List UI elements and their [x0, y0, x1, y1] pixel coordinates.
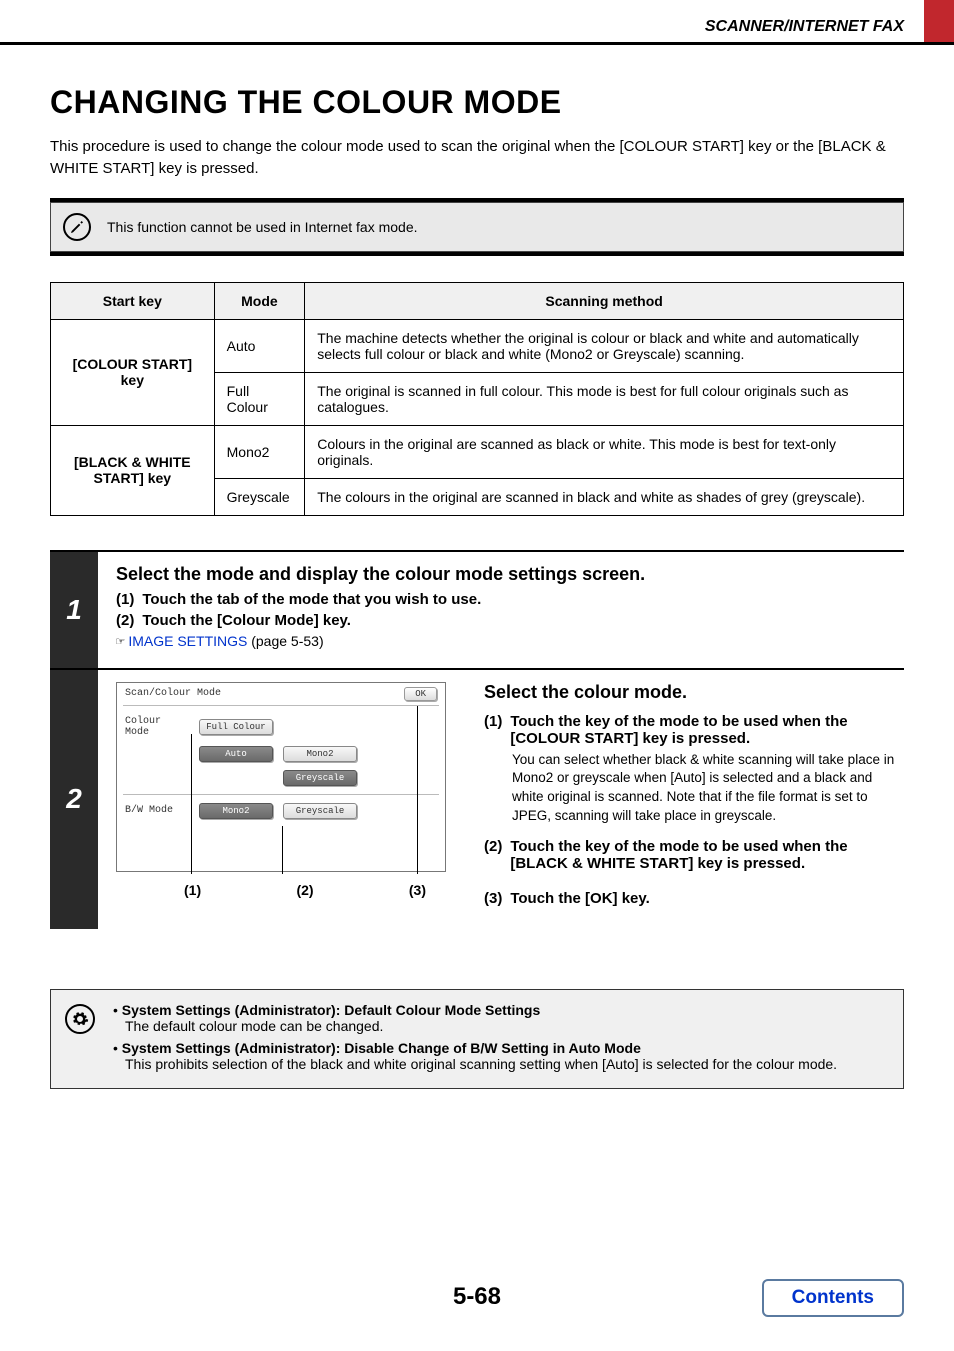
substep-number: (2) [484, 838, 502, 872]
panel-row-label: B/W Mode [125, 805, 189, 816]
panel-btn-bw-mono2[interactable]: Mono2 [199, 803, 273, 819]
substep-text: Touch the [OK] key. [510, 890, 649, 907]
step2-heading: Select the colour mode. [484, 682, 904, 703]
cell-method: The machine detects whether the original… [305, 319, 904, 372]
admin-item-desc: The default colour mode can be changed. [113, 1018, 837, 1034]
th-method: Scanning method [305, 282, 904, 319]
cell-method: The original is scanned in full colour. … [305, 372, 904, 425]
substep-number: (1) [116, 591, 134, 608]
cell-mode: Full Colour [214, 372, 305, 425]
step2-item: (3) Touch the [OK] key. [484, 890, 904, 907]
pen-icon [63, 213, 91, 241]
row-key-bw-start: [BLACK & WHITE START] key [51, 425, 215, 515]
cell-method: Colours in the original are scanned as b… [305, 425, 904, 478]
step-number: 2 [50, 670, 98, 930]
panel-callouts: (1) (2) (3) [116, 882, 456, 898]
link-page-ref: (page 5-53) [247, 633, 323, 649]
substep-text: Touch the tab of the mode that you wish … [142, 591, 481, 608]
th-mode: Mode [214, 282, 305, 319]
substep-number: (3) [484, 890, 502, 907]
panel-btn-mono2[interactable]: Mono2 [283, 746, 357, 762]
step1-heading: Select the mode and display the colour m… [116, 564, 904, 585]
panel-btn-auto[interactable]: Auto [199, 746, 273, 762]
contents-button[interactable]: Contents [762, 1279, 904, 1317]
panel-title: Scan/Colour Mode [125, 688, 221, 699]
step-2: 2 Scan/Colour Mode OK Colour Mode Full C… [50, 670, 904, 930]
note-box: This function cannot be used in Internet… [50, 202, 904, 252]
step2-item: (1) Touch the key of the mode to be used… [484, 713, 904, 747]
substep-text: Touch the [Colour Mode] key. [142, 612, 351, 629]
colour-mode-table: Start key Mode Scanning method [COLOUR S… [50, 282, 904, 516]
cell-mode: Auto [214, 319, 305, 372]
divider [50, 252, 904, 256]
cell-mode: Greyscale [214, 478, 305, 515]
substep-number: (2) [116, 612, 134, 629]
cell-mode: Mono2 [214, 425, 305, 478]
admin-item: • System Settings (Administrator): Disab… [113, 1040, 837, 1072]
step-number: 1 [50, 552, 98, 668]
panel-ok-button[interactable]: OK [404, 687, 437, 701]
step1-item: (1) Touch the tab of the mode that you w… [116, 591, 904, 608]
th-start-key: Start key [51, 282, 215, 319]
page-title: CHANGING THE COLOUR MODE [50, 84, 904, 121]
callout-2: (2) [296, 882, 313, 898]
intro-paragraph: This procedure is used to change the col… [50, 136, 904, 180]
callout-3: (3) [409, 882, 426, 898]
touch-panel-screenshot: Scan/Colour Mode OK Colour Mode Full Col… [116, 682, 446, 872]
admin-notes-box: • System Settings (Administrator): Defau… [50, 989, 904, 1089]
note-text: This function cannot be used in Internet… [107, 219, 418, 235]
row-key-colour-start: [COLOUR START] key [51, 319, 215, 425]
pointer-icon: ☞ [116, 634, 124, 650]
substep-text: Touch the key of the mode to be used whe… [510, 838, 904, 872]
gear-icon [65, 1004, 95, 1034]
panel-row-label: Colour Mode [125, 716, 189, 738]
substep-number: (1) [484, 713, 502, 747]
admin-item-desc: This prohibits selection of the black an… [113, 1056, 837, 1072]
step2-item-sub: You can select whether black & white sca… [484, 751, 904, 827]
step1-item: (2) Touch the [Colour Mode] key. [116, 612, 904, 629]
admin-item-title: System Settings (Administrator): Default… [122, 1002, 540, 1018]
step2-item: (2) Touch the key of the mode to be used… [484, 838, 904, 872]
admin-item-title: System Settings (Administrator): Disable… [122, 1040, 641, 1056]
image-settings-link-row: ☞ IMAGE SETTINGS (page 5-53) [116, 633, 904, 650]
image-settings-link[interactable]: IMAGE SETTINGS [128, 633, 247, 649]
panel-btn-full-colour[interactable]: Full Colour [199, 719, 273, 735]
cell-method: The colours in the original are scanned … [305, 478, 904, 515]
panel-btn-bw-greyscale[interactable]: Greyscale [283, 803, 357, 819]
panel-btn-greyscale[interactable]: Greyscale [283, 770, 357, 786]
section-header-bar: SCANNER/INTERNET FAX [0, 18, 954, 45]
step-1: 1 Select the mode and display the colour… [50, 552, 904, 668]
substep-text: Touch the key of the mode to be used whe… [510, 713, 904, 747]
callout-1: (1) [184, 882, 201, 898]
section-header-text: SCANNER/INTERNET FAX [705, 18, 904, 35]
admin-item: • System Settings (Administrator): Defau… [113, 1002, 837, 1034]
